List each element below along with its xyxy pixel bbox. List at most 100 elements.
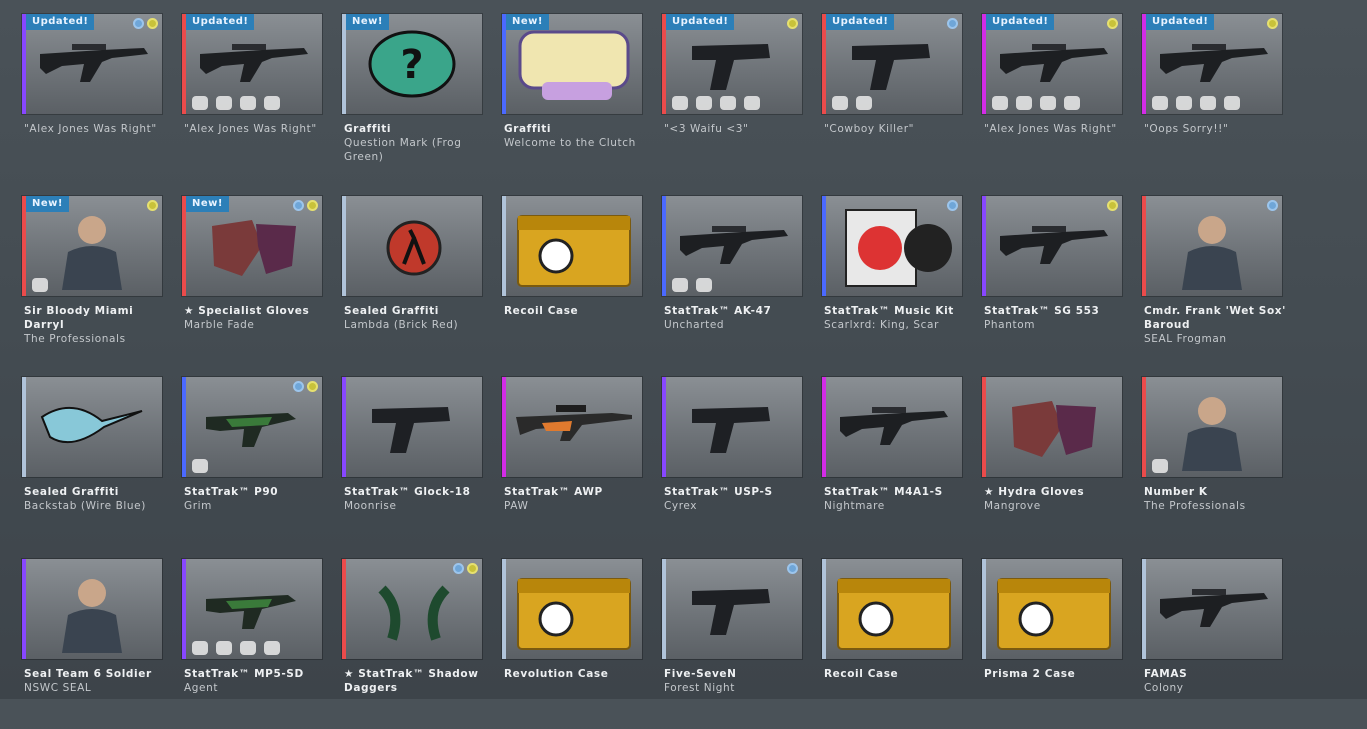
inventory-item[interactable]: Updated! "<3 Waifu <3"	[640, 14, 802, 184]
rarity-stripe	[182, 377, 186, 477]
sticker-icon	[1152, 96, 1168, 110]
status-badge: Updated!	[666, 14, 735, 30]
inventory-item[interactable]: StatTrak™ AK-47 Uncharted	[640, 196, 802, 366]
item-tags	[147, 200, 158, 211]
inventory-item[interactable]: Updated! "Alex Jones Was Right"	[0, 14, 162, 184]
inventory-item[interactable]: Number K The Professionals	[1120, 377, 1282, 547]
inventory-item[interactable]: StatTrak™ Glock-18 Moonrise	[320, 377, 482, 547]
inventory-item[interactable]: ★ StatTrak™ Shadow Daggers	[320, 559, 482, 729]
sticker-icon	[264, 96, 280, 110]
sticker-icon	[1064, 96, 1080, 110]
inventory-item[interactable]: StatTrak™ M4A1-S Nightmare	[800, 377, 962, 547]
inventory-item[interactable]: StatTrak™ P90 Grim	[160, 377, 322, 547]
item-thumbnail[interactable]: Updated!	[1142, 14, 1282, 114]
inventory-item[interactable]: Updated! "Cowboy Killer"	[800, 14, 962, 184]
inventory-item[interactable]: Cmdr. Frank 'Wet Sox' Baroud SEAL Frogman	[1120, 196, 1285, 366]
inventory-item[interactable]: Sealed Graffiti Backstab (Wire Blue)	[0, 377, 162, 547]
inventory-item[interactable]: Recoil Case	[480, 196, 642, 366]
item-image	[32, 387, 156, 471]
inventory-item[interactable]: New! Sir Bloody Miami Darryl The Professio…	[0, 196, 162, 366]
item-thumbnail[interactable]: New!	[182, 196, 322, 296]
item-thumbnail[interactable]	[502, 559, 642, 659]
item-thumbnail[interactable]	[182, 377, 322, 477]
gold-coin-icon	[787, 18, 798, 29]
applied-stickers	[672, 96, 760, 110]
sticker-icon	[992, 96, 1008, 110]
item-thumbnail[interactable]	[502, 377, 642, 477]
item-thumbnail[interactable]	[662, 559, 802, 659]
item-thumbnail[interactable]	[1142, 377, 1282, 477]
item-image	[192, 387, 316, 471]
item-subtitle: "Cowboy Killer"	[824, 123, 915, 135]
applied-stickers	[32, 278, 48, 292]
item-thumbnail[interactable]: Updated!	[662, 14, 802, 114]
inventory-item[interactable]: ★ Hydra Gloves Mangrove	[960, 377, 1122, 547]
item-thumbnail[interactable]	[982, 377, 1122, 477]
item-thumbnail[interactable]	[182, 559, 322, 659]
item-thumbnail[interactable]	[342, 196, 482, 296]
svg-text:?: ?	[400, 42, 423, 88]
inventory-item[interactable]: Five-SeveN Forest Night	[640, 559, 802, 729]
item-thumbnail[interactable]: Updated!	[982, 14, 1122, 114]
item-thumbnail[interactable]	[502, 196, 642, 296]
inventory-item[interactable]: Prisma 2 Case	[960, 559, 1122, 729]
applied-stickers	[1152, 459, 1168, 473]
item-image	[992, 569, 1116, 653]
rarity-stripe	[982, 196, 986, 296]
item-thumbnail[interactable]	[662, 196, 802, 296]
blue-coin-icon	[787, 563, 798, 574]
item-thumbnail[interactable]	[22, 559, 162, 659]
item-thumbnail[interactable]	[342, 559, 482, 659]
item-thumbnail[interactable]: Updated!	[822, 14, 962, 114]
item-thumbnail[interactable]	[982, 196, 1122, 296]
sticker-icon	[240, 96, 256, 110]
item-thumbnail[interactable]: ? New!	[342, 14, 482, 114]
item-name: StatTrak™ Glock-18	[344, 486, 471, 498]
item-subtitle: The Professionals	[24, 333, 126, 345]
inventory-item[interactable]: Updated! "Alex Jones Was Right"	[960, 14, 1122, 184]
item-thumbnail[interactable]: New!	[22, 196, 162, 296]
item-subtitle: Mangrove	[984, 500, 1041, 512]
inventory-item[interactable]: Updated! "Oops Sorry!!"	[1120, 14, 1282, 184]
applied-stickers	[192, 96, 280, 110]
rarity-stripe	[1142, 196, 1146, 296]
item-thumbnail[interactable]	[982, 559, 1122, 659]
inventory-item[interactable]: Recoil Case	[800, 559, 962, 729]
inventory-item[interactable]: New! ★ Specialist Gloves Marble Fade	[160, 196, 322, 366]
sticker-icon	[720, 96, 736, 110]
rarity-stripe	[1142, 377, 1146, 477]
inventory-item[interactable]: StatTrak™ MP5-SD Agent	[160, 559, 322, 729]
item-tags	[293, 381, 318, 392]
inventory-item[interactable]: StatTrak™ SG 553 Phantom	[960, 196, 1122, 366]
sticker-icon	[216, 641, 232, 655]
applied-stickers	[1152, 96, 1240, 110]
rarity-stripe	[22, 377, 26, 477]
item-thumbnail[interactable]	[342, 377, 482, 477]
inventory-item[interactable]: Updated! "Alex Jones Was Right"	[160, 14, 322, 184]
item-thumbnail[interactable]	[22, 377, 162, 477]
inventory-item[interactable]: Seal Team 6 Soldier NSWC SEAL	[0, 559, 162, 729]
item-thumbnail[interactable]	[822, 559, 962, 659]
inventory-item[interactable]: Sealed Graffiti Lambda (Brick Red)	[320, 196, 482, 366]
inventory-item[interactable]: StatTrak™ Music Kit Scarlxrd: King, Scar	[800, 196, 962, 366]
item-subtitle: Question Mark (Frog Green)	[344, 137, 462, 163]
inventory-item[interactable]: StatTrak™ USP-S Cyrex	[640, 377, 802, 547]
item-thumbnail[interactable]	[1142, 196, 1282, 296]
item-thumbnail[interactable]	[662, 377, 802, 477]
item-thumbnail[interactable]: Updated!	[22, 14, 162, 114]
inventory-item[interactable]: Revolution Case	[480, 559, 642, 729]
inventory-grid: Updated! "Alex Jones Was Right" Updated! "A…	[0, 0, 1367, 699]
item-thumbnail[interactable]: Updated!	[182, 14, 322, 114]
inventory-item[interactable]: FAMAS Colony	[1120, 559, 1282, 729]
sticker-icon	[192, 96, 208, 110]
rarity-stripe	[182, 559, 186, 659]
sticker-icon	[672, 96, 688, 110]
item-name: Sealed Graffiti	[344, 305, 439, 317]
item-thumbnail[interactable]	[1142, 559, 1282, 659]
inventory-item[interactable]: ? New! Graffiti Question Mark (Frog Green)	[320, 14, 482, 184]
inventory-item[interactable]: New! Graffiti Welcome to the Clutch	[480, 14, 642, 184]
item-thumbnail[interactable]	[822, 377, 962, 477]
item-thumbnail[interactable]: New!	[502, 14, 642, 114]
item-thumbnail[interactable]	[822, 196, 962, 296]
inventory-item[interactable]: StatTrak™ AWP PAW	[480, 377, 642, 547]
